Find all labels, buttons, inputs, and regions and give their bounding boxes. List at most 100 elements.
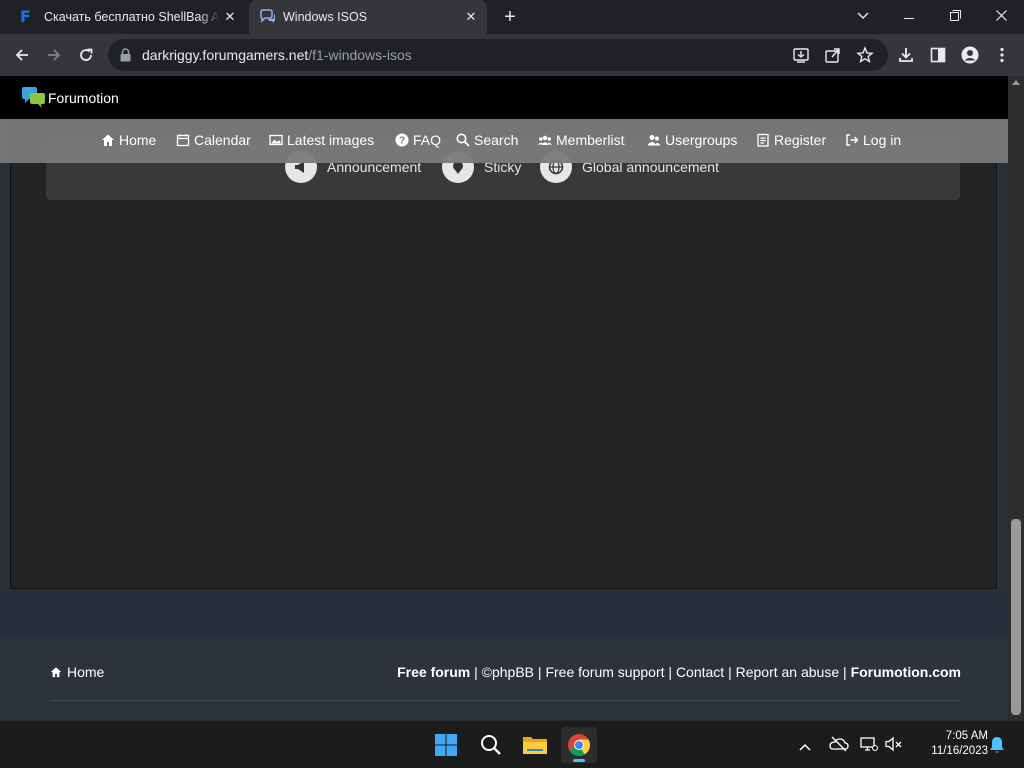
url-text[interactable]: darkriggy.forumgamers.net/f1-windows-iso… [142,47,412,63]
nav-latest-images[interactable]: Latest images [269,132,374,148]
taskbar-clock[interactable]: 7:05 AM 11/16/2023 [912,729,988,759]
volume-muted-icon[interactable] [885,736,903,757]
windows-logo-icon [435,734,457,756]
footer-divider [50,700,960,701]
clock-date: 11/16/2023 [931,745,988,757]
footer-home-link[interactable]: Home [50,664,104,680]
nav-calendar[interactable]: Calendar [176,132,251,148]
separator: | [843,664,847,680]
nav-search[interactable]: Search [456,132,518,148]
lock-icon[interactable] [120,48,131,67]
tab-favicon-f: F [20,7,31,26]
footer-home-label: Home [67,664,105,680]
new-tab-button[interactable]: + [499,6,521,28]
nav-label: Log in [863,132,902,148]
footer-links: Free forum | ©phpBB | Free forum support… [397,664,961,680]
nav-faq[interactable]: ? FAQ [395,132,441,148]
notification-bell-icon[interactable] [989,736,1005,759]
login-icon [846,134,859,146]
page-viewport: Forumotion Announcement Sticky Global an… [0,76,1008,720]
nav-label: Latest images [287,132,375,148]
restore-button[interactable] [932,0,978,34]
separator: | [474,664,478,680]
register-icon [757,133,769,147]
footer-top-strip [0,589,1008,637]
members-icon [538,135,552,145]
scroll-down-arrow-icon[interactable] [1012,709,1020,714]
tab-strip: F Скачать бесплатно ShellBag Ana ✕ Windo… [0,0,1024,34]
nav-login[interactable]: Log in [845,132,901,148]
bookmark-star-icon[interactable] [856,46,874,64]
forward-button[interactable] [42,43,66,67]
nav-label: FAQ [413,132,442,148]
share-icon[interactable] [824,46,842,64]
nav-label: Memberlist [556,132,625,148]
clock-time: 7:05 AM [945,730,988,742]
scroll-up-arrow-icon[interactable] [1012,80,1020,85]
forumotion-topbar: Forumotion [0,76,1008,119]
browser-toolbar: darkriggy.forumgamers.net/f1-windows-iso… [0,34,1024,76]
support-link[interactable]: Free forum support [545,664,664,680]
chrome-icon [568,734,590,756]
tab-shellbag[interactable]: F Скачать бесплатно ShellBag Ana ✕ [8,0,246,34]
forumotion-com-link[interactable]: Forumotion.com [851,664,961,680]
nav-label: Search [474,132,519,148]
windows-taskbar: 7:05 AM 11/16/2023 [0,720,1024,768]
nav-usergroups[interactable]: Usergroups [647,132,737,148]
separator: | [668,664,673,680]
taskbar-search-button[interactable] [473,727,509,763]
separator: | [537,664,542,680]
downloads-icon[interactable] [897,46,915,64]
forum-navbar: Home Calendar Latest images ? FAQ Search… [0,119,1008,163]
search-icon [481,735,501,755]
forumotion-brand[interactable]: Forumotion [48,90,119,106]
svg-text:?: ? [399,136,405,147]
page-scrollbar[interactable] [1008,76,1024,720]
url-path: /f1-windows-isos [308,47,412,63]
nav-memberlist[interactable]: Memberlist [538,132,624,148]
nav-label: Calendar [194,132,251,148]
onedrive-offline-icon[interactable] [829,736,849,757]
calendar-icon [176,134,190,147]
phpbb-link[interactable]: ©phpBB [482,664,534,680]
minimize-button[interactable] [886,0,932,34]
forumotion-logo-icon[interactable] [22,87,46,114]
nav-label: Usergroups [665,132,738,148]
tab-search-chevron-icon[interactable] [840,0,886,34]
contact-link[interactable]: Contact [676,664,724,680]
url-host: darkriggy.forumgamers.net [142,47,309,63]
search-icon [456,133,470,147]
nav-label: Register [774,132,827,148]
separator: | [728,664,732,680]
file-explorer-button[interactable] [517,727,553,763]
start-button[interactable] [428,727,464,763]
nav-register[interactable]: Register [756,132,826,148]
network-icon[interactable] [860,736,878,757]
nav-label: Home [119,132,157,148]
install-app-icon[interactable] [792,46,810,64]
close-window-button[interactable] [978,0,1024,34]
free-forum-link[interactable]: Free forum [397,664,470,680]
chrome-taskbar-button[interactable] [561,727,597,763]
menu-kebab-icon[interactable] [993,46,1011,64]
side-panel-icon[interactable] [929,46,947,64]
groups-icon [647,135,661,146]
back-button[interactable] [10,43,34,67]
close-tab-icon[interactable]: ✕ [222,9,238,25]
home-icon [50,667,62,678]
reload-button[interactable] [74,43,98,67]
folder-icon [523,737,547,754]
close-tab-icon[interactable]: ✕ [463,9,479,25]
scrollbar-thumb[interactable] [1011,519,1021,715]
help-icon: ? [395,133,409,147]
address-bar[interactable]: darkriggy.forumgamers.net/f1-windows-iso… [108,39,888,71]
home-icon [102,134,114,146]
forum-footer: Home Free forum | ©phpBB | Free forum su… [0,637,1008,720]
image-icon [269,134,283,146]
tab-windows-isos[interactable]: Windows ISOS ✕ [249,0,487,34]
report-abuse-link[interactable]: Report an abuse [736,664,840,680]
tab-title: Windows ISOS [283,10,368,24]
profile-avatar-icon[interactable] [961,46,979,64]
nav-home[interactable]: Home [101,132,156,148]
show-hidden-icons-chevron-icon[interactable] [799,738,811,756]
